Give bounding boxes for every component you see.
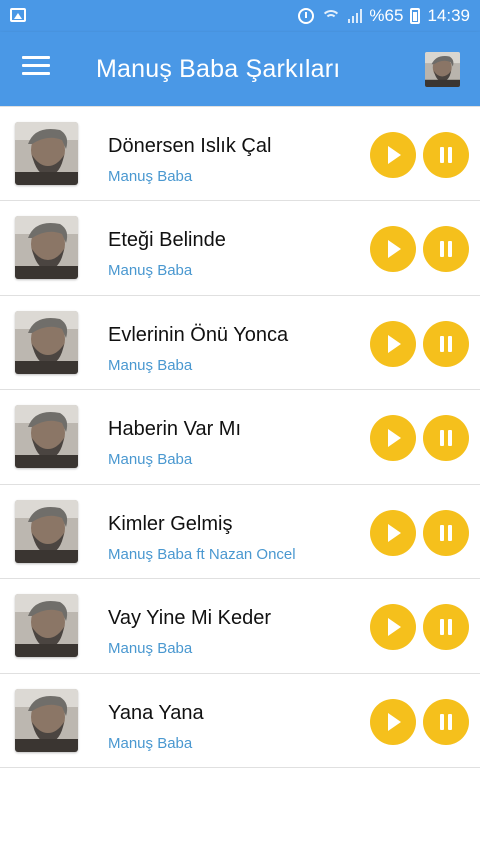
song-row[interactable]: Evlerinin Önü Yonca Manuş Baba bbox=[0, 295, 480, 390]
song-title: Eteği Belinde bbox=[108, 229, 226, 251]
song-title: Yana Yana bbox=[108, 701, 204, 724]
song-thumbnail bbox=[15, 405, 78, 468]
song-artist: Manuş Baba bbox=[108, 356, 193, 374]
song-row[interactable]: Kimler Gelmiş Manuş Baba ft Nazan Oncel bbox=[0, 484, 480, 579]
battery-icon bbox=[410, 8, 421, 24]
song-title: Dönersen Islık Çal bbox=[108, 134, 272, 157]
gallery-icon bbox=[10, 8, 26, 22]
app-title: Manuş Baba Şarkıları bbox=[96, 55, 341, 83]
hamburger-menu-icon[interactable] bbox=[22, 56, 50, 80]
battery-percent: %65 bbox=[369, 6, 404, 25]
song-list[interactable]: Dönersen Islık Çal Manuş Baba Eteği Belind… bbox=[0, 106, 480, 853]
artist-avatar[interactable] bbox=[425, 52, 460, 87]
status-icons: %65 14:39 bbox=[298, 0, 470, 32]
song-row[interactable]: Vay Yine Mi Keder Manuş Baba bbox=[0, 579, 480, 674]
song-row[interactable]: Eteği Belinde Manuş Baba bbox=[0, 201, 480, 296]
song-title: Kimler Gelmiş bbox=[108, 512, 233, 535]
play-button[interactable] bbox=[370, 226, 416, 272]
song-title: Vay Yine Mi Keder bbox=[108, 607, 272, 629]
pause-button[interactable] bbox=[423, 509, 469, 556]
pause-button[interactable] bbox=[423, 698, 469, 745]
pause-button[interactable] bbox=[423, 320, 469, 367]
pause-button[interactable] bbox=[423, 226, 469, 272]
song-thumbnail bbox=[15, 121, 78, 185]
song-artist: Manuş Baba bbox=[108, 262, 193, 279]
app-bar: Manuş Baba Şarkıları bbox=[0, 32, 480, 106]
play-button[interactable] bbox=[370, 604, 416, 650]
song-row[interactable]: Dönersen Islık Çal Manuş Baba bbox=[0, 106, 480, 201]
alarm-icon bbox=[298, 8, 315, 24]
wifi-icon bbox=[321, 8, 342, 24]
play-button[interactable] bbox=[370, 131, 416, 178]
song-row[interactable]: Haberin Var Mı Manuş Baba bbox=[0, 390, 480, 485]
signal-icon bbox=[348, 9, 363, 23]
song-thumbnail bbox=[15, 688, 78, 752]
play-button[interactable] bbox=[370, 320, 416, 367]
song-thumbnail bbox=[15, 216, 78, 279]
song-thumbnail bbox=[15, 499, 78, 563]
song-artist: Manuş Baba bbox=[108, 640, 193, 657]
song-artist: Manuş Baba bbox=[108, 167, 193, 185]
song-artist: Manuş Baba ft Nazan Oncel bbox=[108, 545, 296, 563]
song-artist: Manuş Baba bbox=[108, 734, 193, 752]
song-title: Haberin Var Mı bbox=[108, 418, 242, 440]
song-thumbnail bbox=[15, 310, 78, 374]
song-thumbnail bbox=[15, 594, 78, 657]
pause-button[interactable] bbox=[423, 415, 469, 461]
pause-button[interactable] bbox=[423, 604, 469, 650]
status-bar: %65 14:39 bbox=[0, 0, 480, 32]
song-title: Evlerinin Önü Yonca bbox=[108, 323, 289, 346]
song-artist: Manuş Baba bbox=[108, 451, 193, 468]
play-button[interactable] bbox=[370, 415, 416, 461]
song-row[interactable]: Yana Yana Manuş Baba bbox=[0, 673, 480, 768]
clock: 14:39 bbox=[427, 6, 470, 25]
play-button[interactable] bbox=[370, 698, 416, 745]
pause-button[interactable] bbox=[423, 131, 469, 178]
play-button[interactable] bbox=[370, 509, 416, 556]
